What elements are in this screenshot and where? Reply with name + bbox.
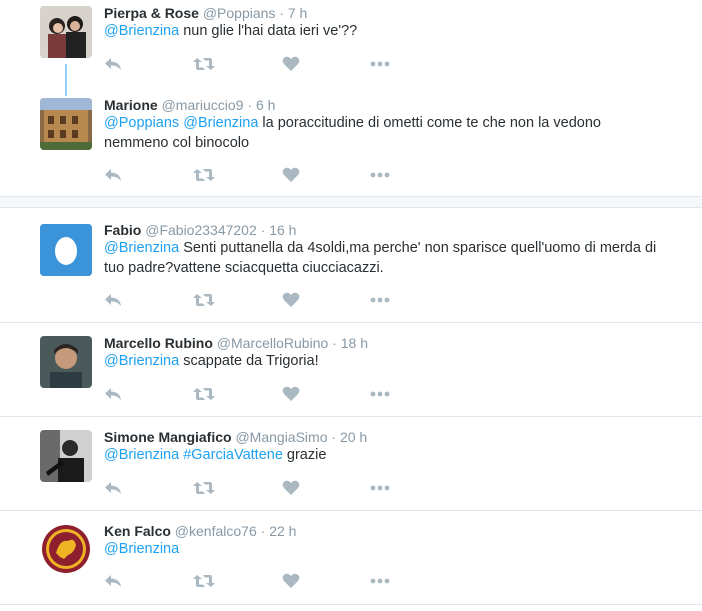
divider	[0, 510, 702, 511]
mention-link[interactable]: @Brienzina	[104, 353, 179, 369]
retweet-icon[interactable]	[193, 384, 215, 404]
display-name[interactable]: Marcello Rubino	[104, 335, 213, 351]
like-icon[interactable]	[282, 384, 300, 404]
tweet-text: @Brienzina #GarciaVattene grazie	[104, 446, 664, 466]
user-handle[interactable]: @mariuccio9	[162, 97, 244, 113]
reply-icon[interactable]	[104, 165, 122, 185]
conversation-gap	[0, 197, 702, 207]
timestamp[interactable]: 16 h	[269, 222, 296, 238]
retweet-icon[interactable]	[193, 478, 215, 498]
tweet-actions	[104, 478, 404, 498]
reply-icon[interactable]	[104, 54, 122, 74]
display-name[interactable]: Fabio	[104, 222, 141, 238]
tweet-header: Ken Falco @kenfalco76 · 22 h	[104, 522, 296, 540]
tweet-header: Simone Mangiafico @MangiaSimo · 20 h	[104, 428, 367, 446]
display-name[interactable]: Ken Falco	[104, 523, 171, 539]
display-name[interactable]: Marione	[104, 97, 158, 113]
like-icon[interactable]	[282, 165, 300, 185]
user-handle[interactable]: @MarcelloRubino	[217, 335, 328, 351]
tweet-body: grazie	[282, 447, 327, 463]
more-icon[interactable]	[370, 571, 390, 591]
timestamp[interactable]: 22 h	[269, 523, 296, 539]
display-name[interactable]: Pierpa & Rose	[104, 5, 199, 21]
user-handle[interactable]: @kenfalco76	[175, 523, 257, 539]
separator-dot: ·	[247, 97, 253, 113]
avatar[interactable]	[40, 523, 92, 575]
tweet-text: @Poppians @Brienzina la poraccitudine di…	[104, 114, 664, 153]
timestamp[interactable]: 7 h	[288, 5, 307, 21]
tweet-body: nun glie l'hai data ieri ve'??	[179, 23, 358, 39]
tweet-actions	[104, 384, 404, 404]
separator-dot: ·	[331, 429, 337, 445]
avatar[interactable]	[40, 98, 92, 150]
tweet-header: Fabio @Fabio23347202 · 16 h	[104, 221, 296, 239]
more-icon[interactable]	[370, 54, 390, 74]
user-handle[interactable]: @Poppians	[203, 5, 276, 21]
mention-link[interactable]: @Brienzina	[183, 115, 258, 131]
tweet-header: Marcello Rubino @MarcelloRubino · 18 h	[104, 334, 368, 352]
divider	[0, 604, 702, 605]
timestamp[interactable]: 6 h	[256, 97, 275, 113]
like-icon[interactable]	[282, 571, 300, 591]
separator-dot: ·	[260, 523, 266, 539]
more-icon[interactable]	[370, 165, 390, 185]
tweet-actions	[104, 54, 404, 74]
tweet-text: @Brienzina Senti puttanella da 4soldi,ma…	[104, 239, 664, 278]
timestamp[interactable]: 18 h	[341, 335, 368, 351]
like-icon[interactable]	[282, 54, 300, 74]
tweet-text: @Brienzina	[104, 540, 664, 560]
egg-icon	[40, 224, 92, 276]
tweet-body: scappate da Trigoria!	[179, 353, 319, 369]
tweet-header: Marione @mariuccio9 · 6 h	[104, 96, 275, 114]
mention-link[interactable]: @Poppians	[104, 115, 179, 131]
divider	[0, 207, 702, 208]
tweet-actions	[104, 165, 404, 185]
reply-icon[interactable]	[104, 571, 122, 591]
divider	[0, 322, 702, 323]
thread-line	[65, 64, 67, 96]
avatar[interactable]	[40, 6, 92, 58]
more-icon[interactable]	[370, 384, 390, 404]
more-icon[interactable]	[370, 290, 390, 310]
separator-dot: ·	[332, 335, 337, 351]
like-icon[interactable]	[282, 290, 300, 310]
like-icon[interactable]	[282, 478, 300, 498]
tweet-text: @Brienzina nun glie l'hai data ieri ve'?…	[104, 22, 664, 42]
avatar[interactable]	[40, 430, 92, 482]
tweet-actions	[104, 571, 404, 591]
tweet-body: Senti puttanella da 4soldi,ma perche' no…	[104, 240, 657, 276]
separator-dot: ·	[279, 5, 284, 21]
tweet-text: @Brienzina scappate da Trigoria!	[104, 352, 664, 372]
more-icon[interactable]	[370, 478, 390, 498]
display-name[interactable]: Simone Mangiafico	[104, 429, 232, 445]
avatar[interactable]	[40, 336, 92, 388]
as-roma-crest-icon	[42, 525, 90, 573]
separator-dot: ·	[260, 222, 266, 238]
reply-icon[interactable]	[104, 384, 122, 404]
reply-icon[interactable]	[104, 290, 122, 310]
tweet-body: la poraccitudine di ometti come te che n…	[104, 115, 601, 151]
hashtag-link[interactable]: #GarciaVattene	[183, 447, 283, 463]
retweet-icon[interactable]	[193, 290, 215, 310]
mention-link[interactable]: @Brienzina	[104, 541, 179, 557]
tweet-actions	[104, 290, 404, 310]
user-handle[interactable]: @Fabio23347202	[145, 222, 257, 238]
tweet-header: Pierpa & Rose @Poppians · 7 h	[104, 4, 307, 22]
retweet-icon[interactable]	[193, 571, 215, 591]
retweet-icon[interactable]	[193, 54, 215, 74]
mention-link[interactable]: @Brienzina	[104, 447, 179, 463]
timestamp[interactable]: 20 h	[340, 429, 367, 445]
mention-link[interactable]: @Brienzina	[104, 240, 179, 256]
user-handle[interactable]: @MangiaSimo	[235, 429, 327, 445]
retweet-icon[interactable]	[193, 165, 215, 185]
divider	[0, 416, 702, 417]
mention-link[interactable]: @Brienzina	[104, 23, 179, 39]
reply-icon[interactable]	[104, 478, 122, 498]
avatar[interactable]	[40, 224, 92, 276]
